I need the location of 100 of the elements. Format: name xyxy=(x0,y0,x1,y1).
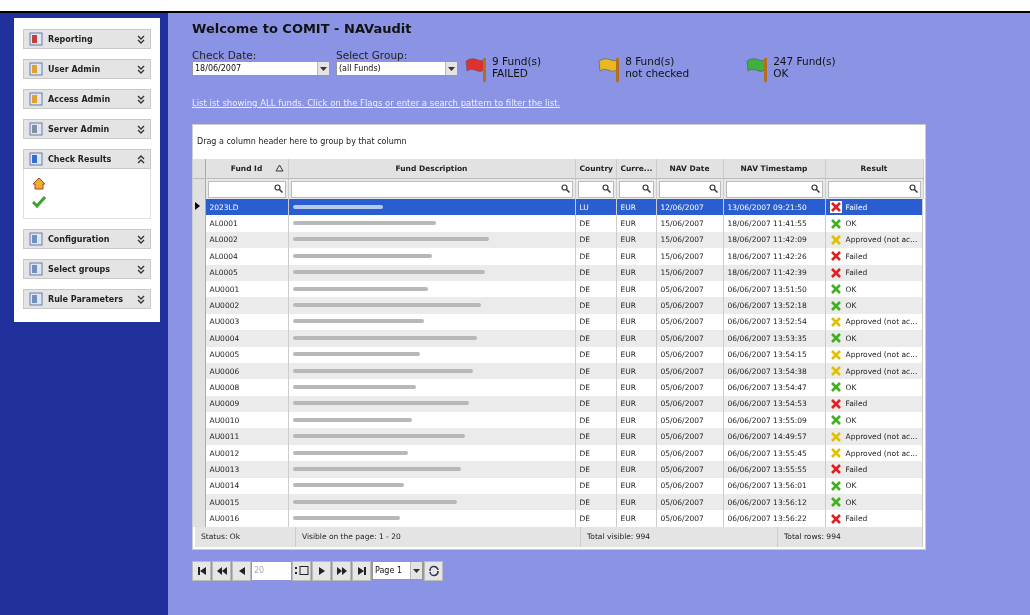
last-page-button[interactable] xyxy=(352,560,371,581)
filter-field[interactable] xyxy=(618,180,654,198)
folder-icon xyxy=(29,92,43,106)
cross-icon xyxy=(829,397,842,410)
sidebar-header[interactable]: User Admin xyxy=(23,59,151,79)
sidebar-header[interactable]: Reporting xyxy=(23,29,151,49)
document-icon xyxy=(29,292,43,306)
page-size-button[interactable] xyxy=(292,560,311,581)
check-x-icon xyxy=(829,496,842,509)
current-row-icon xyxy=(195,202,200,211)
rewind-icon xyxy=(216,566,227,575)
search-icon[interactable] xyxy=(908,183,918,193)
cross-icon xyxy=(829,430,842,443)
sidebar-label: User Admin xyxy=(48,64,102,74)
sidebar-header[interactable]: Configuration xyxy=(23,229,151,249)
cross-icon xyxy=(829,250,842,263)
sidebar-label: Access Admin xyxy=(48,94,112,104)
search-icon[interactable] xyxy=(708,183,718,193)
filter-field[interactable] xyxy=(725,180,823,198)
check-x-icon xyxy=(829,299,842,312)
sidebar-label: Rule Parameters xyxy=(48,294,124,304)
check-x-icon xyxy=(829,283,842,296)
page-size-icon xyxy=(294,566,309,576)
cross-icon xyxy=(829,463,842,476)
check-x-icon xyxy=(829,414,842,427)
date-dropdown[interactable]: 18/06/2007 xyxy=(192,61,330,76)
dropdown-arrow-icon xyxy=(413,568,420,573)
next-page-button[interactable] xyxy=(312,560,331,581)
cross-icon xyxy=(829,315,842,328)
fund-status: not checked xyxy=(625,67,690,79)
search-icon[interactable] xyxy=(601,183,611,193)
home-icon[interactable] xyxy=(32,177,46,190)
cross-icon xyxy=(829,348,842,361)
check-x-icon xyxy=(829,332,842,345)
cross-icon xyxy=(829,233,842,246)
page-dropdown[interactable]: Page 1 xyxy=(372,561,423,581)
last-page-icon xyxy=(357,566,366,575)
previous-icon xyxy=(238,566,245,575)
check-x-icon xyxy=(829,479,842,492)
field-label: Check Date: xyxy=(192,49,258,61)
checkmark-icon[interactable] xyxy=(32,196,46,208)
sidebar-header[interactable]: Server Admin xyxy=(23,119,151,139)
cross-icon xyxy=(829,201,842,214)
cross-icon xyxy=(829,447,842,460)
collapse-icon[interactable] xyxy=(137,154,145,164)
sidebar-header[interactable]: Check Results xyxy=(23,149,151,169)
cross-icon xyxy=(829,365,842,378)
chart-icon xyxy=(29,152,43,166)
check-x-icon xyxy=(829,217,842,230)
fast-forward-icon xyxy=(336,566,347,575)
fund-count: 9 Fund(s) xyxy=(492,55,542,67)
filter-field[interactable] xyxy=(290,180,573,198)
dropdown-arrow-icon xyxy=(320,66,327,71)
sidebar-header[interactable]: Rule Parameters xyxy=(23,289,151,309)
folder-icon xyxy=(29,62,43,76)
sidebar-label: Check Results xyxy=(48,154,113,164)
cross-icon xyxy=(829,266,842,279)
page-title: Welcome to COMIT - NAVaudit xyxy=(192,21,413,36)
filter-field[interactable] xyxy=(827,180,921,198)
search-icon[interactable] xyxy=(560,183,570,193)
expand-icon[interactable] xyxy=(137,64,145,74)
filter-field[interactable] xyxy=(207,180,286,198)
check-x-icon xyxy=(829,381,842,394)
fund-count: 247 Fund(s) xyxy=(773,55,836,67)
document-icon xyxy=(29,262,43,276)
document-icon xyxy=(29,32,43,46)
expand-icon[interactable] xyxy=(137,124,145,134)
expand-icon[interactable] xyxy=(137,294,145,304)
sidebar-label: Server Admin xyxy=(48,124,111,134)
search-icon[interactable] xyxy=(273,183,283,193)
group-by-hint: Drag a column header here to group by that column xyxy=(196,136,408,148)
sidebar-header[interactable]: Access Admin xyxy=(23,89,151,109)
filter-field[interactable] xyxy=(577,180,614,198)
expand-icon[interactable] xyxy=(137,94,145,104)
filter-field[interactable] xyxy=(658,180,721,198)
first-page-icon xyxy=(197,566,206,575)
refresh-button[interactable] xyxy=(424,560,443,581)
expand-icon[interactable] xyxy=(137,234,145,244)
fund-status: FAILED xyxy=(492,67,529,79)
next-icon xyxy=(318,566,325,575)
field-label: Select Group: xyxy=(336,49,409,61)
sidebar-label: Select groups xyxy=(48,264,112,274)
dropdown-arrow-icon xyxy=(448,66,455,71)
next-group-button[interactable] xyxy=(332,560,351,581)
fund-status: OK xyxy=(773,67,790,79)
expand-icon[interactable] xyxy=(137,264,145,274)
group-dropdown[interactable]: (all Funds) xyxy=(336,61,458,76)
previous-group-button[interactable] xyxy=(212,560,231,581)
cross-icon xyxy=(829,512,842,525)
expand-icon[interactable] xyxy=(137,34,145,44)
search-icon[interactable] xyxy=(641,183,651,193)
sidebar-label: Reporting xyxy=(48,34,94,44)
search-icon[interactable] xyxy=(810,183,820,193)
first-page-button[interactable] xyxy=(192,560,211,581)
sidebar-label: Configuration xyxy=(48,234,111,244)
document-icon xyxy=(29,122,43,136)
sidebar-header[interactable]: Select groups xyxy=(23,259,151,279)
document-icon xyxy=(29,232,43,246)
refresh-icon xyxy=(427,564,440,577)
previous-page-button[interactable] xyxy=(232,560,251,581)
